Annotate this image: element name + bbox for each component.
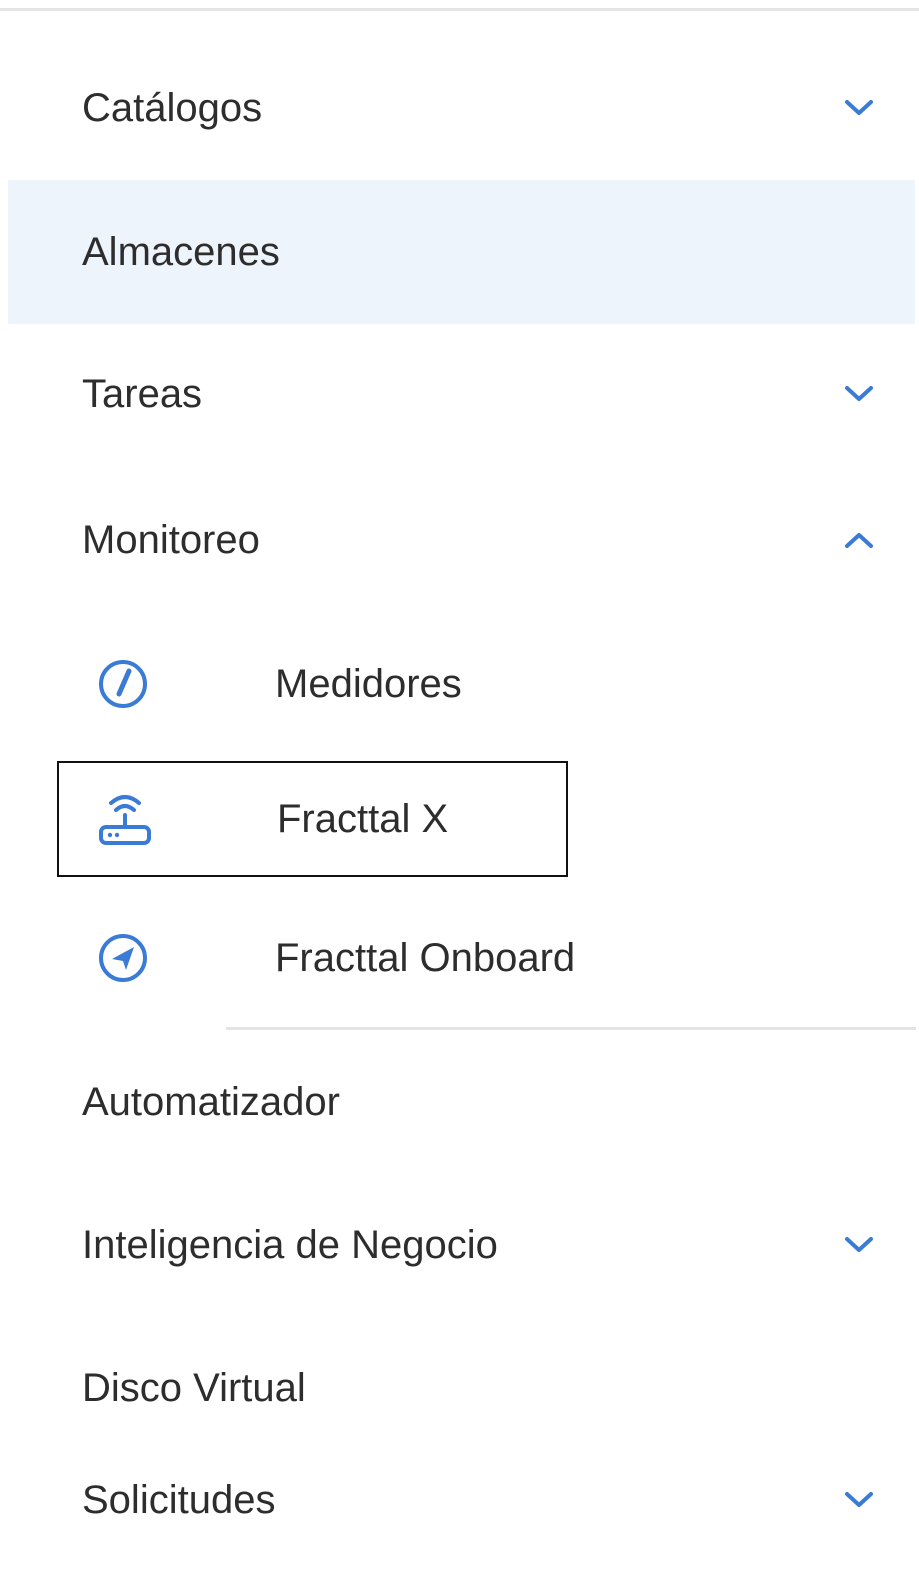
- chevron-down-icon: [845, 1492, 873, 1507]
- menu-item-inteligencia-de-negocio[interactable]: Inteligencia de Negocio: [8, 1173, 915, 1317]
- menu-item-label: Tareas: [82, 371, 203, 416]
- menu-item-label: Catálogos: [82, 85, 263, 130]
- submenu-item-fracttal-onboard[interactable]: Fracttal Onboard: [57, 900, 575, 1016]
- menu-item-label: Inteligencia de Negocio: [82, 1222, 498, 1267]
- chevron-up-icon: [845, 533, 873, 548]
- menu-item-monitoreo[interactable]: Monitoreo: [8, 468, 915, 612]
- gauge-icon: [99, 660, 147, 708]
- menu-item-label: Almacenes: [82, 229, 280, 274]
- menu-item-catalogos[interactable]: Catálogos: [8, 36, 915, 180]
- menu-item-label: Monitoreo: [82, 517, 260, 562]
- top-divider: [0, 8, 919, 11]
- router-wifi-icon: [99, 795, 151, 845]
- menu-item-label: Solicitudes: [82, 1477, 276, 1522]
- submenu-item-label: Fracttal Onboard: [275, 935, 576, 980]
- menu-item-automatizador[interactable]: Automatizador: [8, 1030, 915, 1174]
- menu-item-solicitudes[interactable]: Solicitudes: [8, 1428, 915, 1572]
- submenu-item-label: Medidores: [275, 661, 462, 706]
- navigation-icon: [99, 934, 147, 982]
- menu-item-tareas[interactable]: Tareas: [8, 322, 915, 466]
- chevron-down-icon: [845, 1237, 873, 1252]
- menu-item-label: Automatizador: [82, 1079, 340, 1124]
- menu-item-almacenes[interactable]: Almacenes: [8, 180, 915, 324]
- chevron-down-icon: [845, 386, 873, 401]
- submenu-item-label: Fracttal X: [277, 796, 449, 841]
- submenu-item-fracttal-x[interactable]: Fracttal X: [57, 761, 568, 877]
- chevron-down-icon: [845, 100, 873, 115]
- submenu-item-medidores[interactable]: Medidores: [57, 626, 568, 742]
